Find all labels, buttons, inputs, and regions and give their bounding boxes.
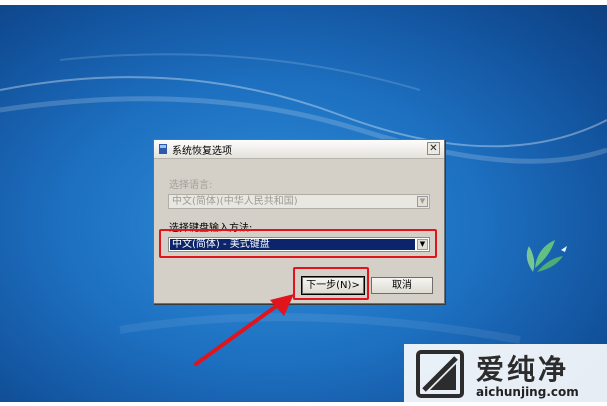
chevron-down-icon: ▼	[417, 196, 428, 207]
watermark-url: aichunjing.com	[476, 385, 579, 399]
watermark-logo: 爱纯净 aichunjing.com	[404, 344, 607, 406]
close-button[interactable]: ✕	[427, 142, 440, 155]
cancel-button[interactable]: 取消	[371, 277, 433, 294]
red-pointer-arrow-icon	[194, 294, 294, 366]
logo-mark-icon	[416, 350, 464, 398]
windows-leaf-logo	[526, 240, 567, 272]
language-select-value: 中文(简体)(中华人民共和国)	[172, 196, 298, 207]
top-border	[0, 0, 607, 5]
keyboard-highlight-box	[159, 229, 437, 258]
bottom-border	[0, 402, 607, 406]
dialog-title: 系统恢复选项	[172, 146, 232, 157]
dialog-titlebar[interactable]: 系统恢复选项 ✕	[154, 140, 444, 159]
watermark-name: 爱纯净	[476, 353, 570, 386]
window-icon	[159, 144, 167, 154]
language-label: 选择语言:	[169, 180, 213, 191]
language-select: 中文(简体)(中华人民共和国) ▼	[168, 194, 430, 209]
close-icon: ✕	[429, 143, 438, 154]
next-button-highlight-box	[293, 267, 369, 300]
